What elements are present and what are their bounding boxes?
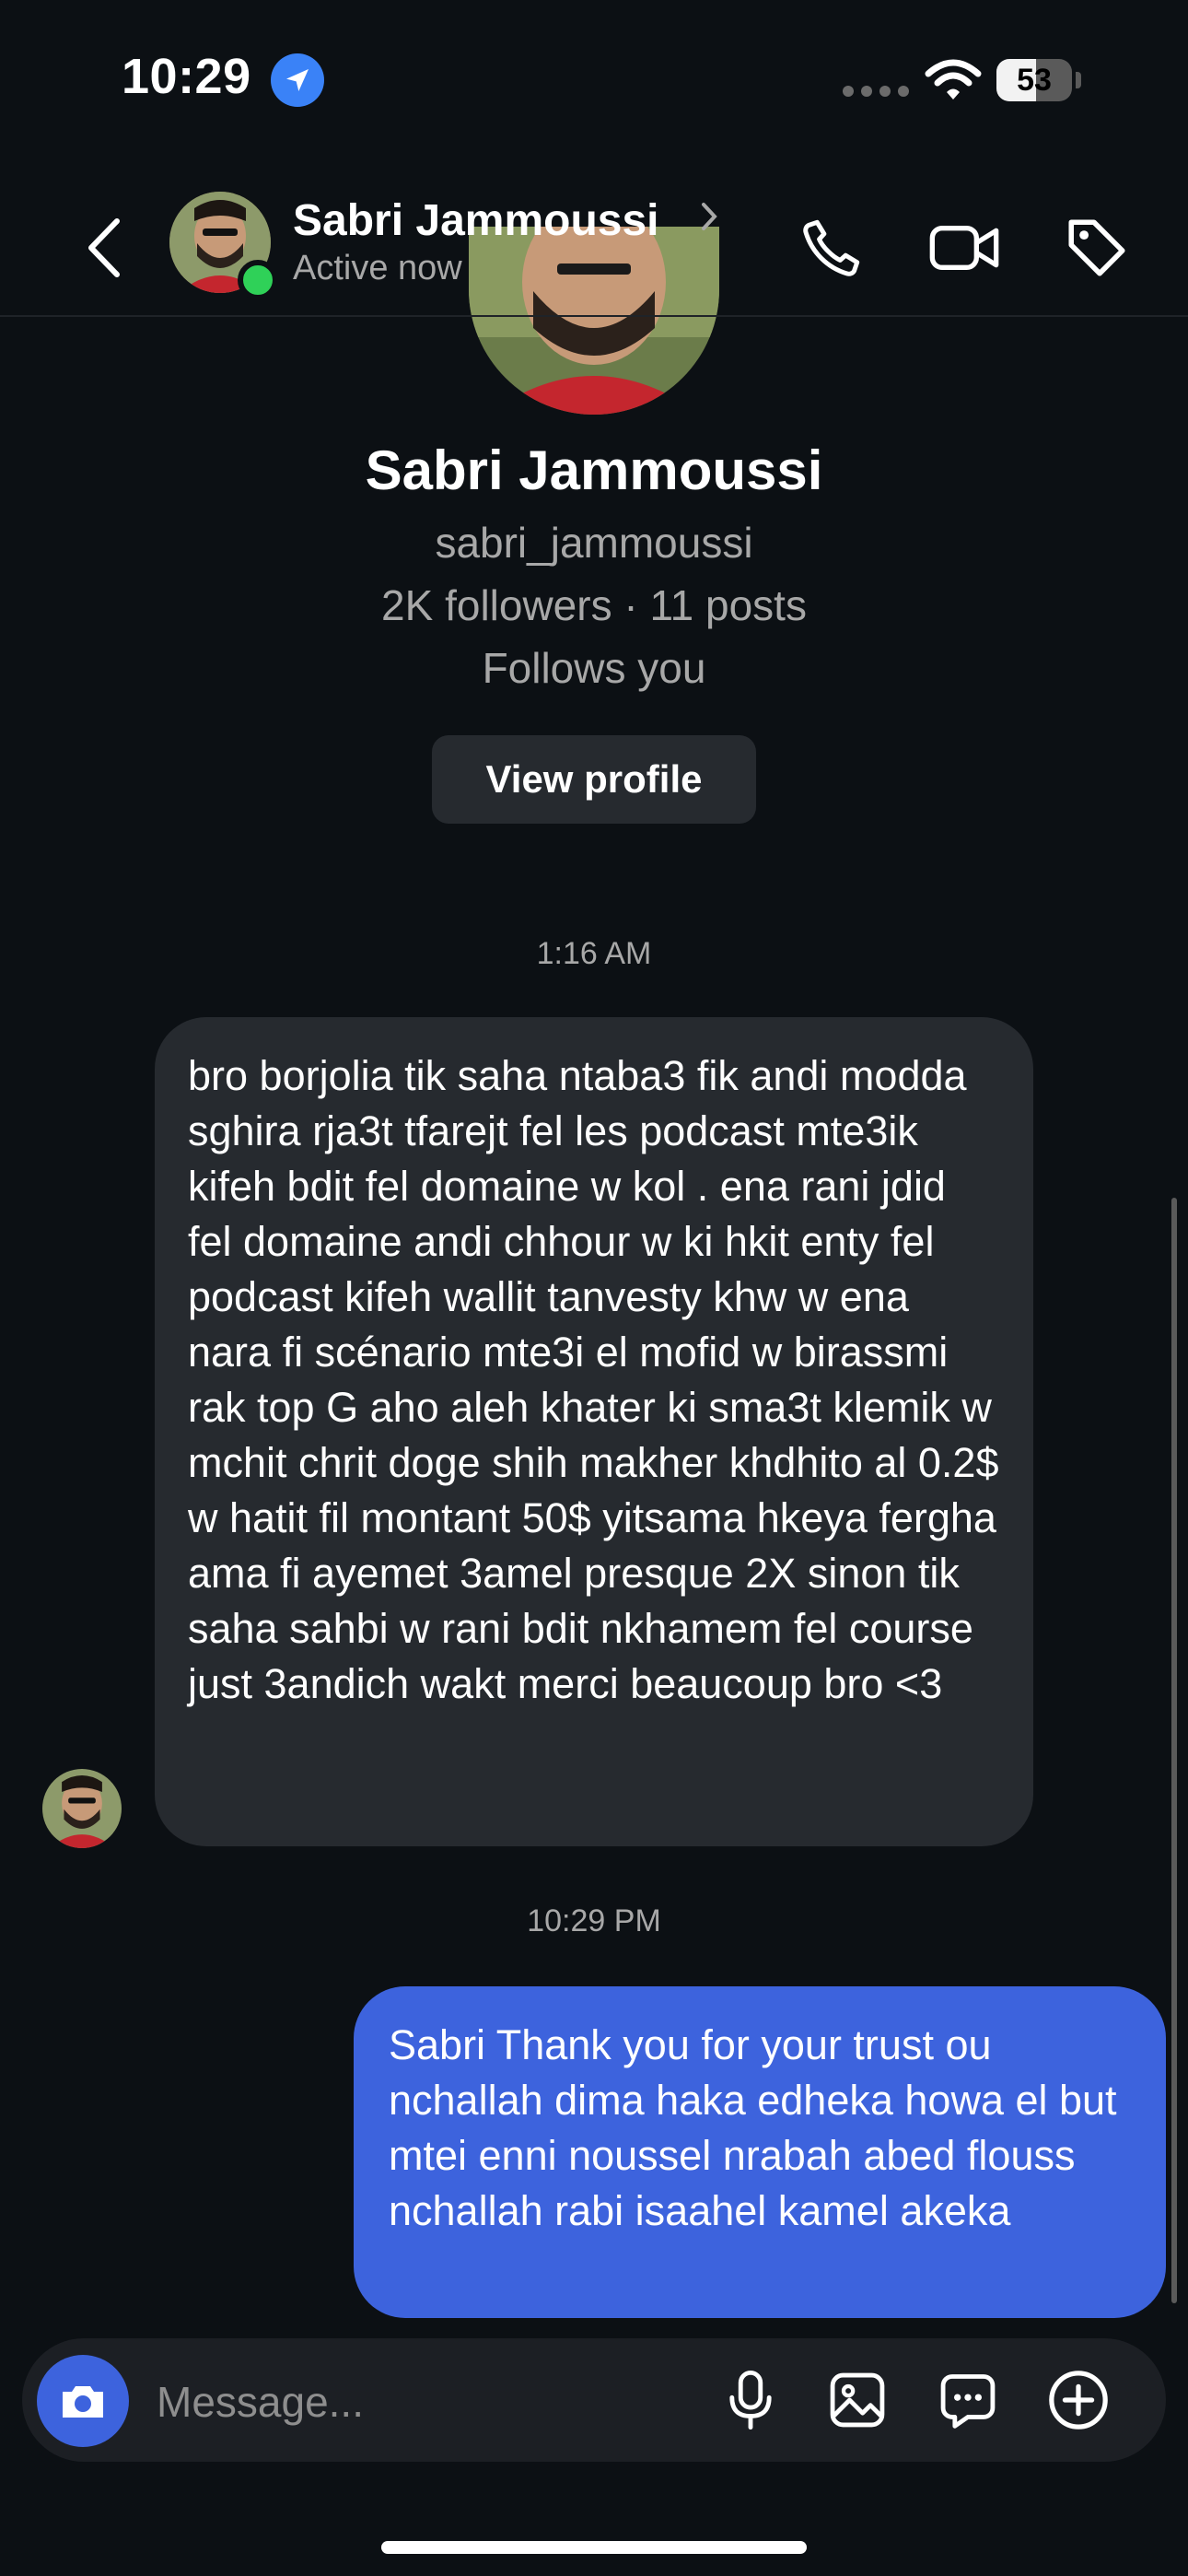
message-timestamp: 1:16 AM bbox=[536, 936, 652, 971]
view-profile-button[interactable]: View profile bbox=[432, 735, 756, 824]
outgoing-message-bubble[interactable]: Sabri Thank you for your trust ou nchall… bbox=[354, 1986, 1166, 2318]
sticker-icon[interactable] bbox=[926, 2359, 1009, 2441]
back-chevron-icon bbox=[88, 218, 120, 277]
profile-stats: 2K followers · 11 posts bbox=[381, 581, 807, 629]
battery-tip bbox=[1076, 72, 1081, 88]
profile-name: Sabri Jammoussi bbox=[365, 439, 823, 501]
wifi-icon bbox=[925, 59, 982, 106]
battery-percent: 53 bbox=[1017, 62, 1052, 98]
active-status: Active now bbox=[293, 249, 462, 287]
plus-icon[interactable] bbox=[1037, 2359, 1120, 2441]
incoming-message-bubble[interactable]: bro borjolia tik saha ntaba3 fik andi mo… bbox=[155, 1017, 1033, 1846]
tag-icon[interactable] bbox=[1055, 206, 1138, 289]
profile-username: sabri_jammoussi bbox=[435, 519, 753, 567]
cellular-signal-icon bbox=[843, 86, 909, 97]
microphone-icon[interactable] bbox=[709, 2359, 792, 2441]
follows-you-label: Follows you bbox=[482, 644, 706, 692]
video-camera-icon[interactable] bbox=[923, 206, 1006, 289]
scrollbar[interactable] bbox=[1171, 1198, 1177, 2303]
phone-icon[interactable] bbox=[790, 206, 873, 289]
message-input[interactable] bbox=[155, 2368, 674, 2436]
status-time: 10:29 bbox=[122, 49, 251, 104]
online-status-dot bbox=[238, 260, 278, 300]
sender-avatar[interactable] bbox=[42, 1769, 122, 1848]
camera-icon bbox=[63, 2386, 103, 2418]
battery-indicator: 53 bbox=[996, 59, 1072, 101]
message-timestamp: 10:29 PM bbox=[527, 1903, 661, 1938]
back-button[interactable] bbox=[72, 206, 136, 289]
chevron-right-icon[interactable] bbox=[700, 201, 718, 237]
home-indicator[interactable] bbox=[381, 2541, 807, 2554]
location-arrow-icon bbox=[271, 53, 324, 107]
header-contact-name[interactable]: Sabri Jammoussi bbox=[293, 195, 659, 246]
chat-header: Sabri Jammoussi Active now bbox=[0, 181, 1188, 317]
camera-button[interactable] bbox=[37, 2355, 129, 2447]
gallery-icon[interactable] bbox=[816, 2359, 899, 2441]
